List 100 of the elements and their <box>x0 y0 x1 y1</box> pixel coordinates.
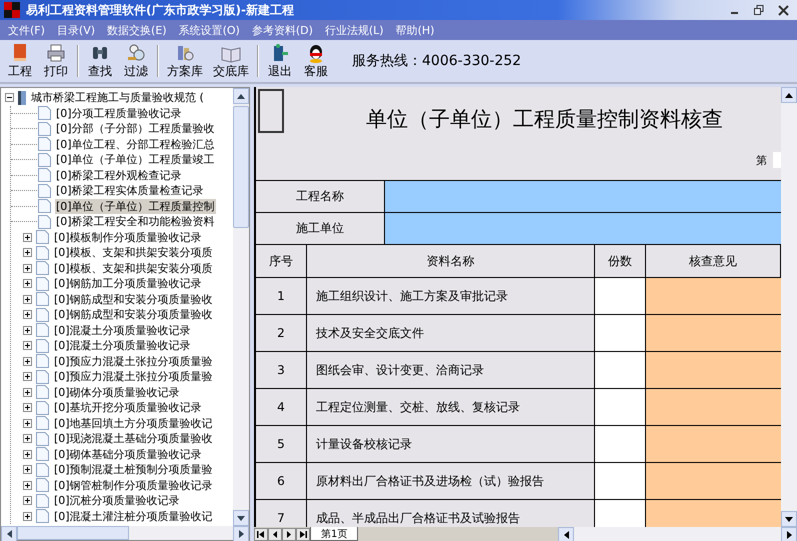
table-cell: 4 <box>256 389 307 425</box>
tree-item[interactable]: [0]桥梁工程实体质量检查记录 <box>55 183 205 198</box>
expand-icon[interactable] <box>23 356 32 366</box>
close-icon[interactable] <box>778 4 789 16</box>
tree-item[interactable]: [0]模板、支架和拱架安装分项质 <box>53 245 214 260</box>
expand-icon[interactable] <box>23 326 32 335</box>
toolbar-button[interactable]: 客服 <box>298 42 334 80</box>
scroll-right-icon[interactable] <box>238 530 244 538</box>
next-page-icon[interactable] <box>282 528 296 540</box>
menu-item[interactable]: 行业法规(L) <box>324 22 384 38</box>
tree-item[interactable]: [0]单位（子单位）工程质量控制 <box>55 198 216 214</box>
tree-item[interactable]: [0]分项工程质量验收记录 <box>55 106 183 121</box>
tree-item[interactable]: [0]单位工程、分部工程检验汇总 <box>55 136 216 152</box>
tree-item[interactable]: 城市桥梁工程施工与质量验收规范 ( <box>30 90 205 106</box>
expand-icon[interactable] <box>23 403 32 412</box>
tree-item[interactable]: [0]基坑开挖分项质量验收记录 <box>53 400 203 416</box>
menu-item[interactable]: 目录(V) <box>56 22 96 38</box>
scrollbar[interactable] <box>233 88 249 526</box>
input-field[interactable] <box>646 426 781 462</box>
tree-item[interactable]: [0]钢管桩制作分项质量验收记录 <box>53 478 214 493</box>
previous-page-icon[interactable] <box>268 528 282 540</box>
expand-icon[interactable] <box>23 418 32 428</box>
menu-item[interactable]: 文件(F) <box>8 22 45 38</box>
input-field[interactable] <box>646 389 781 425</box>
expand-icon[interactable] <box>23 232 32 242</box>
toolbar-button[interactable]: 方案库 <box>162 42 208 80</box>
tree-item[interactable]: [0]钢筋成型和安装分项质量验收 <box>53 307 214 322</box>
scrollbar[interactable] <box>1 526 249 540</box>
page-field[interactable] <box>773 152 781 168</box>
tree-item[interactable]: [0]地基回填土方分项质量验收记 <box>53 416 214 431</box>
tree-item[interactable]: [0]混凝土灌注桩分项质量验收记 <box>53 508 214 524</box>
expand-icon[interactable] <box>23 450 32 459</box>
expand-icon[interactable] <box>23 465 32 474</box>
toolbar-button[interactable]: 退出 <box>262 42 298 80</box>
tree-item[interactable]: [0]现浇混凝土基础分项质量验收 <box>53 431 214 446</box>
tree-item[interactable]: [0]预应力混凝土张拉分项质量验 <box>53 354 214 369</box>
input-field[interactable] <box>385 213 781 244</box>
restore-icon[interactable] <box>754 5 764 15</box>
input-field[interactable] <box>595 426 646 462</box>
first-page-icon[interactable] <box>254 528 268 540</box>
tree-item[interactable]: [0]单位（子单位）工程质量竣工 <box>55 152 216 168</box>
menu-item[interactable]: 参考资料(D) <box>252 22 313 38</box>
scroll-down-icon[interactable] <box>237 516 245 520</box>
input-field[interactable] <box>595 315 646 351</box>
tree-item[interactable]: [0]混凝土分项质量验收记录 <box>53 322 192 338</box>
scroll-left-icon[interactable] <box>564 531 569 539</box>
scroll-up-icon[interactable] <box>237 94 245 98</box>
input-field[interactable] <box>385 181 781 212</box>
input-field[interactable] <box>595 352 646 388</box>
expand-icon[interactable] <box>23 434 32 444</box>
menu-item[interactable]: 帮助(H) <box>396 22 434 38</box>
input-field[interactable] <box>595 500 646 527</box>
tree-item[interactable]: [0]砌体分项质量验收记录 <box>53 384 181 400</box>
toolbar-button[interactable]: 过滤 <box>118 42 154 80</box>
expand-icon[interactable] <box>23 388 32 397</box>
toolbar-button[interactable]: 交底库 <box>208 42 254 80</box>
scroll-down-icon[interactable] <box>785 516 793 522</box>
expand-icon[interactable] <box>23 341 32 350</box>
expand-icon[interactable] <box>23 248 32 258</box>
tree-item[interactable]: [0]模板制作分项质量验收记录 <box>53 230 203 245</box>
tree-item[interactable]: [0]预制混凝土桩预制分项质量验 <box>53 462 214 478</box>
scroll-right-icon[interactable] <box>786 531 792 539</box>
tree-item[interactable]: [0]钢筋加工分项质量验收记录 <box>53 276 203 292</box>
tree-item[interactable]: [0]模板、支架和拱架安装分项质 <box>53 260 214 276</box>
scrollbar[interactable] <box>558 527 797 541</box>
tree-item[interactable]: [0]混凝土分项质量验收记录 <box>53 338 192 354</box>
scroll-left-icon[interactable] <box>6 530 12 538</box>
toolbar-button[interactable]: 工程 <box>2 42 38 80</box>
last-page-icon[interactable] <box>296 528 310 540</box>
input-field[interactable] <box>646 500 781 527</box>
input-field[interactable] <box>595 463 646 499</box>
collapse-icon[interactable] <box>5 93 14 102</box>
sheet-tab[interactable]: 第1页 <box>310 527 358 541</box>
tree-item[interactable]: [0]预应力混凝土张拉分项质量验 <box>53 369 214 384</box>
input-field[interactable] <box>646 278 781 314</box>
tree-item[interactable]: [0]分部（子分部）工程质量验收 <box>55 121 216 136</box>
input-field[interactable] <box>646 315 781 351</box>
toolbar-button[interactable]: 打印 <box>38 42 74 80</box>
tree-item[interactable]: [0]沉桩分项质量验收记录 <box>53 493 181 508</box>
scrollbar[interactable] <box>781 87 797 527</box>
expand-icon[interactable] <box>23 294 32 304</box>
tree-item[interactable]: [0]桥梁工程安全和功能检验资料 <box>55 214 216 230</box>
input-field[interactable] <box>595 278 646 314</box>
input-field[interactable] <box>646 463 781 499</box>
tree-item[interactable]: [0]砌体基础分项质量验收记录 <box>53 446 203 462</box>
input-field[interactable] <box>646 352 781 388</box>
expand-icon[interactable] <box>23 496 32 506</box>
tree-item[interactable]: [0]桥梁工程外观检查记录 <box>55 168 183 183</box>
expand-icon[interactable] <box>23 480 32 490</box>
tree-item[interactable]: [0]钢筋成型和安装分项质量验收 <box>53 292 214 307</box>
expand-icon[interactable] <box>23 264 32 273</box>
menu-item[interactable]: 数据交换(E) <box>107 22 167 38</box>
menu-item[interactable]: 系统设置(O) <box>178 22 240 38</box>
expand-icon[interactable] <box>23 279 32 288</box>
expand-icon[interactable] <box>23 310 32 320</box>
scroll-up-icon[interactable] <box>785 92 793 98</box>
expand-icon[interactable] <box>23 512 32 521</box>
toolbar-button[interactable]: 查找 <box>82 42 118 80</box>
input-field[interactable] <box>595 389 646 425</box>
expand-icon[interactable] <box>23 372 32 382</box>
